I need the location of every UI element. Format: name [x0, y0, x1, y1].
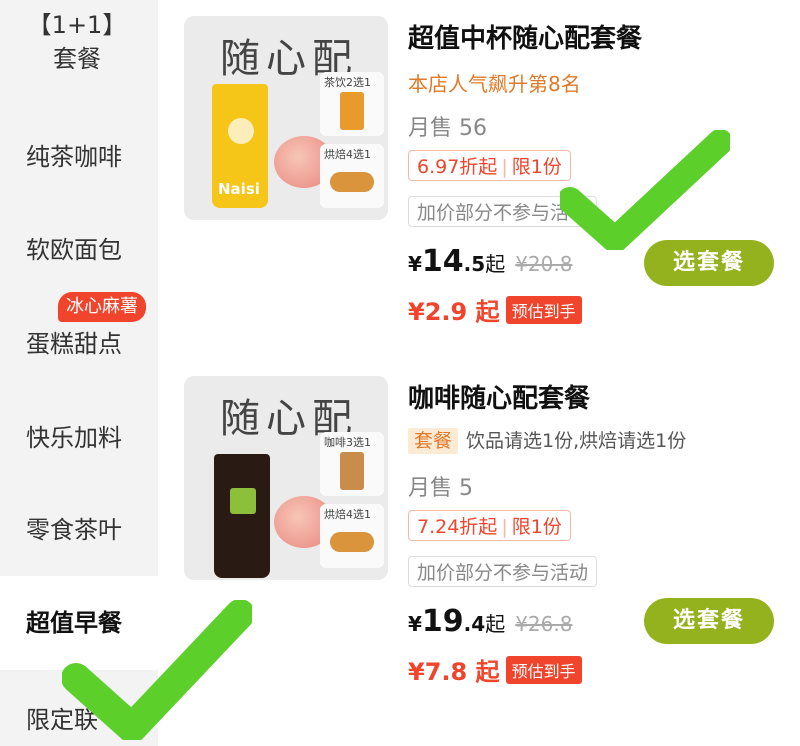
sidebar-item-label: 软欧面包 [26, 236, 122, 264]
price: ¥14.5起 ¥20.8 [408, 244, 572, 279]
price-decimal: .4 [463, 612, 486, 636]
limit-label: 限1份 [511, 516, 562, 538]
discount-tag: 7.24折起 | 限1份 [408, 510, 571, 541]
monthly-sales: 月售 5 [408, 476, 473, 501]
discount-label: 6.97折起 [417, 156, 498, 178]
product-image[interactable]: 随心配 咖啡3选1 烘焙4选1 [184, 376, 388, 580]
sidebar-item-label: 零食茶叶 [26, 516, 122, 544]
sidebar-item-label: 套餐 [53, 45, 101, 73]
promo-badge: 冰心麻薯 [58, 292, 146, 322]
product-image[interactable]: 随心配 Naisi 茶饮2选1 烘焙4选1 [184, 16, 388, 220]
coffee-icon [340, 452, 364, 490]
drink-cup-image: Naisi [212, 84, 268, 208]
combo-rule: 饮品请选1份,烘焙请选1份 [466, 430, 687, 452]
flower-logo-icon [228, 118, 254, 144]
activity-note: 加价部分不参与活动 [408, 196, 598, 227]
flower-logo-icon [230, 488, 256, 514]
discount-tag: 6.97折起 | 限1份 [408, 150, 571, 181]
mini-bakery-option: 烘焙4选1 [320, 144, 384, 208]
combo-info: 套餐 饮品请选1份,烘焙请选1份 [408, 426, 687, 454]
currency-symbol: ¥ [408, 252, 422, 276]
activity-note: 加价部分不参与活动 [408, 556, 598, 587]
sidebar-item-bread[interactable]: 软欧面包 [0, 230, 158, 265]
price-integer: 14 [421, 244, 464, 279]
price-integer: 19 [421, 604, 464, 639]
brand-logo: Naisi [218, 180, 260, 198]
sidebar-item-label: 快乐加料 [26, 424, 122, 452]
monthly-sales: 月售 56 [408, 116, 487, 141]
estimated-price: ¥2.9 起预估到手 [408, 292, 582, 327]
mini-coffee-option: 咖啡3选1 [320, 432, 384, 496]
estimated-price: ¥7.8 起预估到手 [408, 652, 582, 687]
original-price: ¥26.8 [515, 612, 573, 636]
estimated-badge: 预估到手 [505, 296, 582, 324]
check-mark-icon [560, 130, 730, 250]
mini-label: 茶饮2选1 [324, 76, 371, 89]
price-decimal: .5 [463, 252, 486, 276]
sidebar-item-label: 【1+1】 [27, 11, 127, 39]
price: ¥19.4起 ¥26.8 [408, 604, 572, 639]
category-sidebar: 【1+1】 套餐 纯茶咖啡 软欧面包 蛋糕甜点 快乐加料 零食茶叶 超值早餐 限… [0, 0, 158, 746]
sidebar-item-tea-coffee[interactable]: 纯茶咖啡 [0, 137, 158, 172]
ranking-text: 本店人气飙升第8名 [408, 72, 581, 96]
sidebar-item-combo[interactable]: 【1+1】 套餐 [0, 8, 154, 76]
combo-tag: 套餐 [408, 428, 459, 454]
product-title[interactable]: 咖啡随心配套餐 [408, 378, 590, 415]
coffee-cup-image [214, 454, 270, 578]
sidebar-item-breakfast[interactable]: 超值早餐 [0, 576, 158, 670]
estimated-amount: ¥7.8 起 [408, 658, 500, 686]
sidebar-item-limited[interactable]: 限定联 [0, 700, 158, 735]
discount-label: 7.24折起 [417, 516, 498, 538]
select-combo-button[interactable]: 选套餐 [644, 240, 774, 286]
mini-label: 烘焙4选1 [324, 148, 371, 161]
sidebar-item-snacks[interactable]: 零食茶叶 [0, 510, 158, 545]
drink-icon [340, 92, 364, 130]
bread-icon [330, 172, 374, 192]
mini-bakery-option: 烘焙4选1 [320, 504, 384, 568]
limit-label: 限1份 [511, 156, 562, 178]
sidebar-item-label: 限定联 [26, 706, 98, 734]
select-combo-button[interactable]: 选套餐 [644, 598, 774, 644]
mini-drink-option: 茶饮2选1 [320, 72, 384, 136]
original-price: ¥20.8 [515, 252, 573, 276]
sidebar-item-toppings[interactable]: 快乐加料 [0, 418, 158, 453]
mini-label: 咖啡3选1 [324, 436, 371, 449]
estimated-badge: 预估到手 [505, 656, 582, 684]
currency-symbol: ¥ [408, 612, 422, 636]
product-title[interactable]: 超值中杯随心配套餐 [408, 18, 642, 55]
price-suffix: 起 [485, 252, 506, 276]
estimated-amount: ¥2.9 起 [408, 298, 500, 326]
sidebar-item-label: 纯茶咖啡 [26, 143, 122, 171]
mini-label: 烘焙4选1 [324, 508, 371, 521]
price-suffix: 起 [485, 612, 506, 636]
sidebar-item-cake[interactable]: 蛋糕甜点 [0, 324, 158, 359]
sidebar-item-label: 超值早餐 [26, 609, 122, 637]
bread-icon [330, 532, 374, 552]
sidebar-item-label: 蛋糕甜点 [26, 330, 122, 358]
